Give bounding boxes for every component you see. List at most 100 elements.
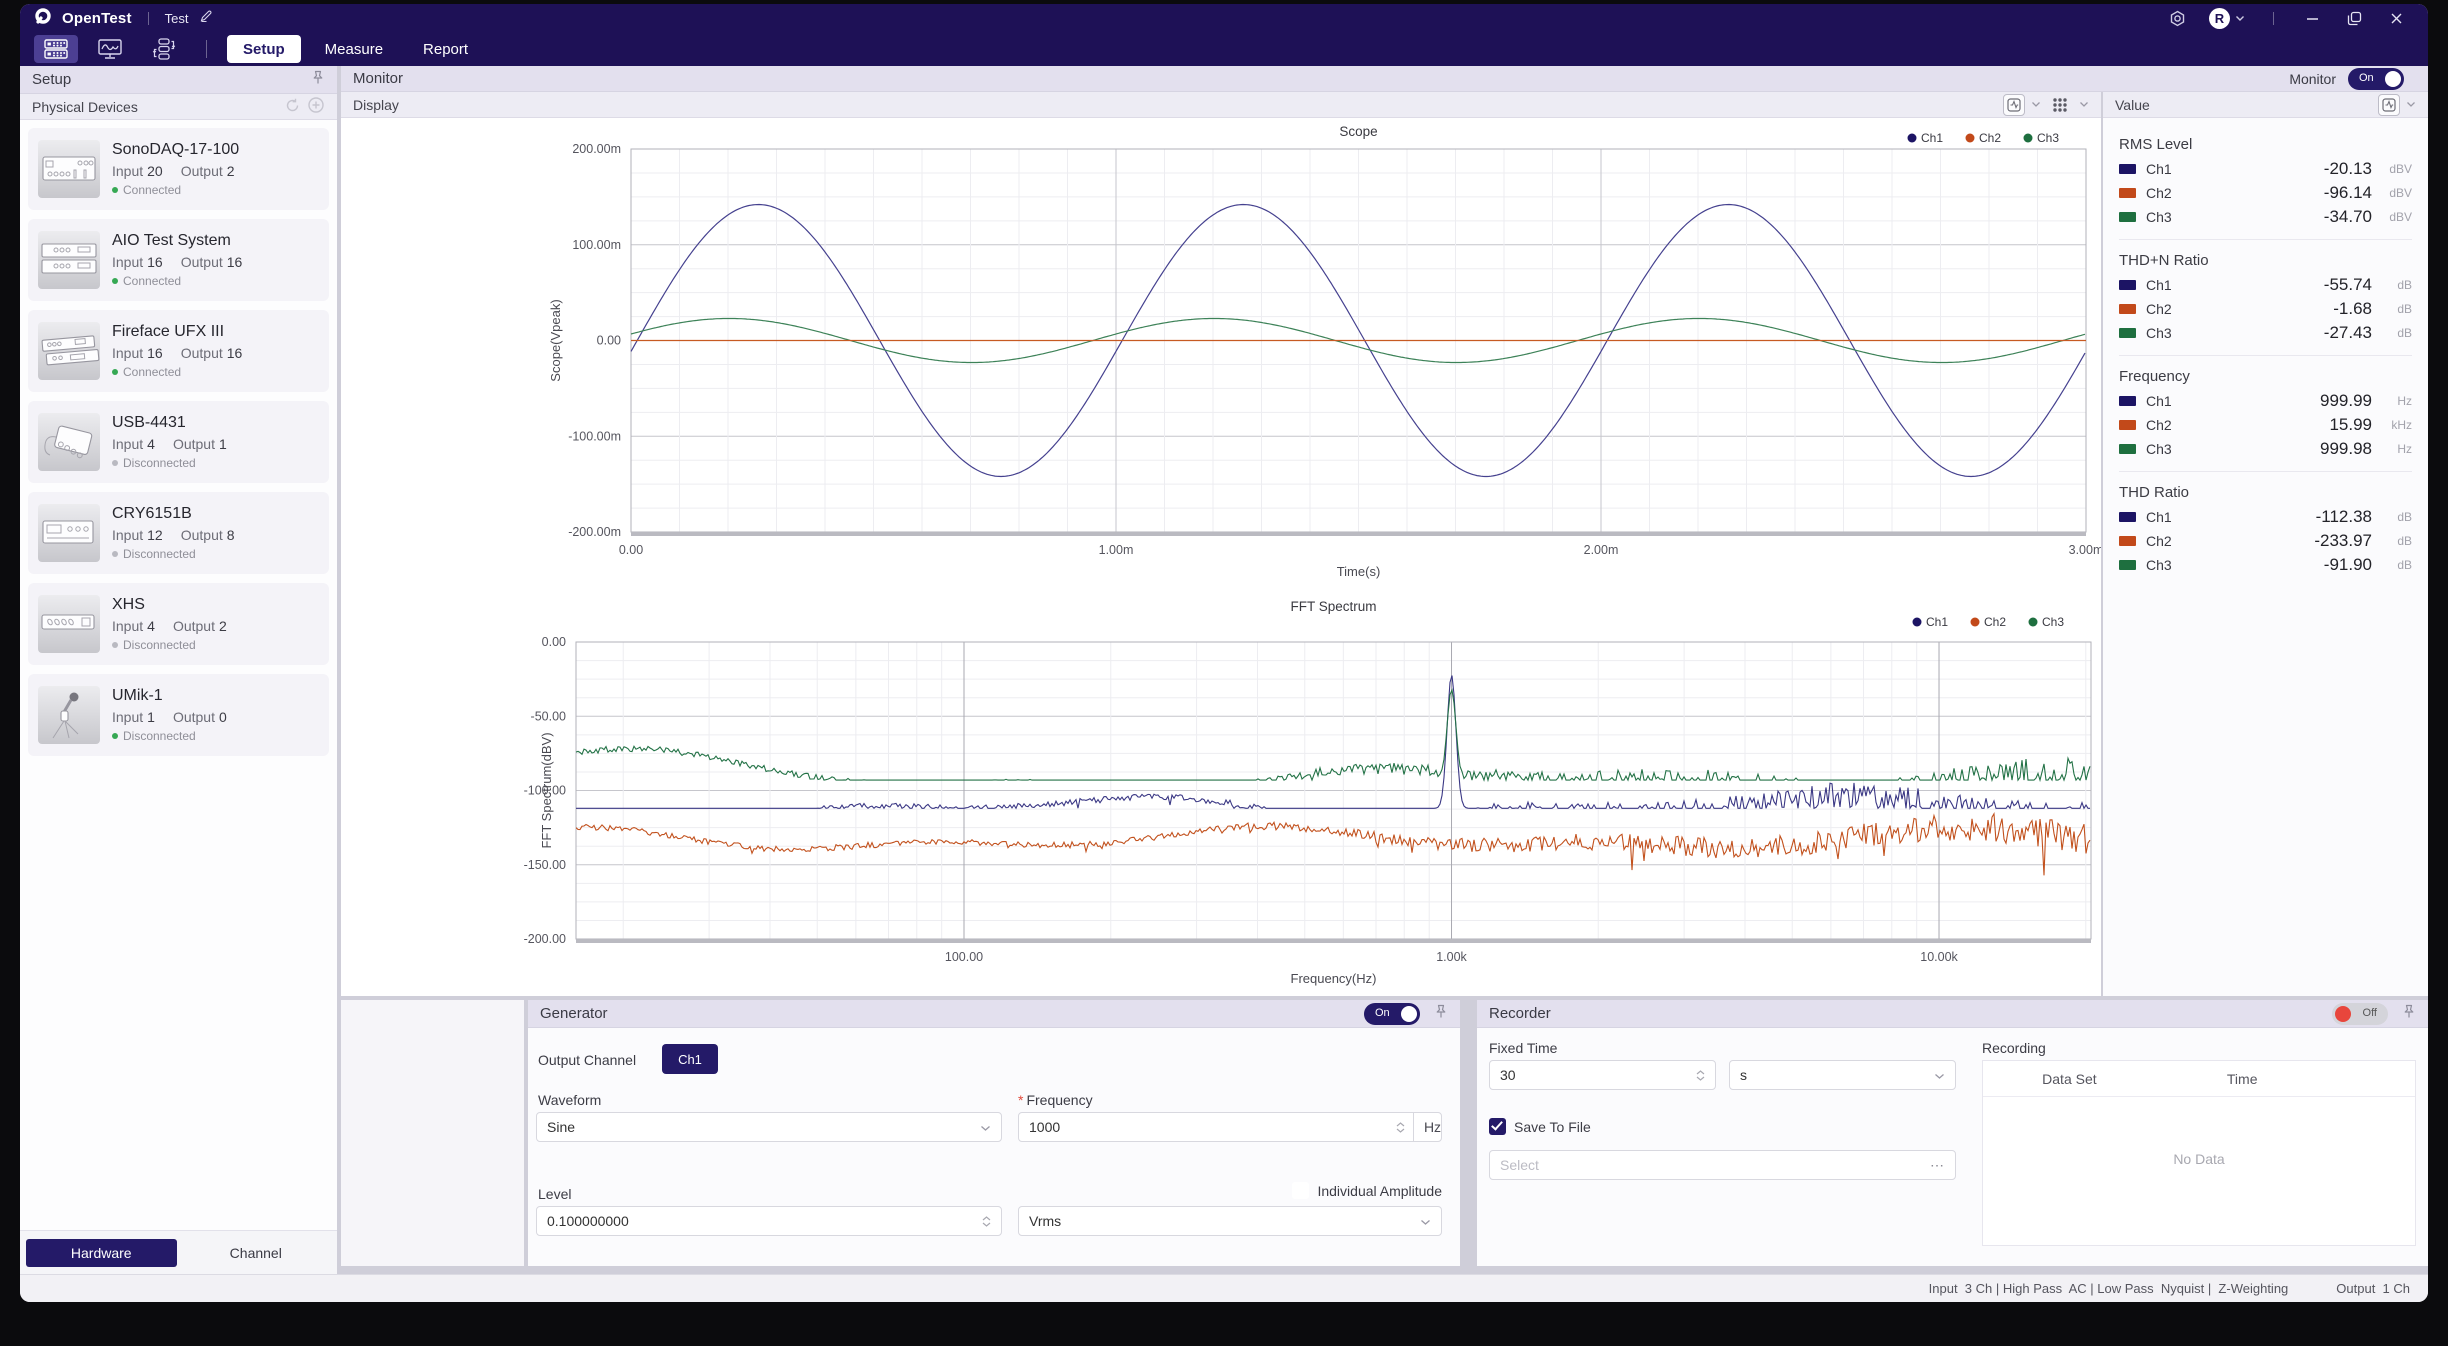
individual-amplitude-checkbox[interactable] <box>1292 1182 1309 1199</box>
generator-panel-title: Generator <box>540 1005 608 1022</box>
fixed-time-input-group <box>1489 1060 1716 1090</box>
device-output-count: Output16 <box>181 254 243 270</box>
maximize-button[interactable] <box>2344 8 2364 28</box>
refresh-devices-icon[interactable] <box>284 97 301 117</box>
file-path-select[interactable]: ⋯ <box>1489 1150 1956 1180</box>
user-menu[interactable]: R <box>2209 8 2245 29</box>
recorder-power-toggle[interactable]: Off <box>2332 1003 2388 1025</box>
edit-project-icon[interactable] <box>199 9 213 28</box>
status-dot <box>112 551 118 557</box>
chevron-down-icon <box>1420 1213 1431 1229</box>
level-input[interactable] <box>547 1213 982 1229</box>
pin-icon[interactable] <box>1434 1004 1448 1023</box>
tab-measure[interactable]: Measure <box>309 35 399 63</box>
device-output-count: Output8 <box>181 527 235 543</box>
device-card[interactable]: Fireface UFX IIIInput16Output16Connected <box>28 310 329 392</box>
individual-amplitude-option[interactable]: Individual Amplitude <box>1292 1182 1442 1199</box>
monitor-power-toggle[interactable]: On <box>2348 68 2404 90</box>
device-card[interactable]: USB-4431Input4Output1Disconnected <box>28 401 329 483</box>
device-thumbnail <box>38 322 100 380</box>
value-row: Ch2-233.97dB <box>2119 529 2412 553</box>
monitor-waveform-icon <box>97 38 123 60</box>
svg-text:-50.00: -50.00 <box>531 709 566 723</box>
measurement-unit: dB <box>2372 510 2412 524</box>
device-thumbnail <box>38 686 100 744</box>
number-stepper[interactable] <box>982 1216 991 1227</box>
pin-icon[interactable] <box>311 70 325 89</box>
value-group-title: RMS Level <box>2119 136 2412 153</box>
settings-gear-icon[interactable] <box>2167 8 2187 28</box>
device-card[interactable]: SonoDAQ-17-100Input20Output2Connected <box>28 128 329 210</box>
setup-panel: Setup Physical Devices SonoDAQ-17-100Inp… <box>20 66 337 1274</box>
save-to-file-option[interactable]: Save To File <box>1489 1118 1591 1135</box>
device-output-count: Output1 <box>173 436 227 452</box>
output-channel-ch1-button[interactable]: Ch1 <box>662 1044 718 1074</box>
value-style-icon[interactable] <box>2378 94 2400 116</box>
charts-container[interactable]: ScopeCh1Ch2Ch3200.00m100.00m0.00-100.00m… <box>341 118 2101 996</box>
device-card[interactable]: AIO Test SystemInput16Output16Connected <box>28 219 329 301</box>
monitor-view-icon-button[interactable] <box>88 35 132 63</box>
device-card[interactable]: XHSInput4Output2Disconnected <box>28 583 329 665</box>
frequency-input[interactable] <box>1029 1119 1396 1135</box>
fixed-time-label: Fixed Time <box>1489 1040 1557 1056</box>
value-row: Ch1-20.13dBV <box>2119 157 2412 181</box>
tab-report[interactable]: Report <box>407 35 484 63</box>
chevron-down-icon <box>2406 101 2416 108</box>
device-status: Connected <box>123 274 181 288</box>
svg-text:Scope(Vpeak): Scope(Vpeak) <box>548 299 563 381</box>
measurement-unit: Hz <box>2372 394 2412 408</box>
status-dot <box>112 187 118 193</box>
channel-label: Ch2 <box>2146 185 2172 201</box>
browse-ellipsis-icon[interactable]: ⋯ <box>1930 1157 1945 1174</box>
save-to-file-checkbox[interactable] <box>1489 1118 1506 1135</box>
value-row: Ch1999.99Hz <box>2119 389 2412 413</box>
time-unit-select[interactable]: s <box>1729 1060 1956 1090</box>
status-dot <box>112 460 118 466</box>
fixed-time-input[interactable] <box>1500 1067 1696 1083</box>
hardware-setup-icon-button[interactable] <box>34 35 78 63</box>
device-name: AIO Test System <box>112 232 242 250</box>
setup-tab-hardware[interactable]: Hardware <box>26 1239 177 1267</box>
tab-setup[interactable]: Setup <box>227 35 301 63</box>
generator-power-toggle[interactable]: On <box>1364 1003 1420 1025</box>
device-input-count: Input16 <box>112 345 163 361</box>
channel-label: Ch2 <box>2146 301 2172 317</box>
chart-style-icon[interactable] <box>2003 94 2025 116</box>
waveform-select[interactable]: Sine <box>536 1112 1002 1142</box>
device-status: Disconnected <box>123 547 196 561</box>
ribbon-divider <box>206 40 207 58</box>
number-stepper[interactable] <box>1696 1070 1705 1081</box>
minimize-button[interactable] <box>2302 8 2322 28</box>
svg-text:Time(s): Time(s) <box>1337 564 1381 579</box>
status-dot <box>112 733 118 739</box>
setup-panel-title: Setup <box>32 71 71 88</box>
pin-icon[interactable] <box>2402 1004 2416 1023</box>
device-list: SonoDAQ-17-100Input20Output2Connected AIO… <box>20 120 337 1230</box>
sequence-flow-icon-button[interactable] <box>142 35 186 63</box>
layout-grid-icon[interactable] <box>2047 97 2073 113</box>
scope-and-fft-charts[interactable]: ScopeCh1Ch2Ch3200.00m100.00m0.00-100.00m… <box>341 118 2101 996</box>
device-card[interactable]: CRY6151BInput12Output8Disconnected <box>28 492 329 574</box>
channel-label: Ch2 <box>2146 533 2172 549</box>
measurement-unit: dB <box>2372 326 2412 340</box>
add-device-icon[interactable] <box>307 96 325 117</box>
recorder-panel: Recorder Off Fixed Time <box>1477 1000 2428 1266</box>
recording-label: Recording <box>1982 1040 2046 1056</box>
channel-swatch <box>2119 396 2136 406</box>
number-stepper[interactable] <box>1396 1122 1405 1133</box>
device-card[interactable]: UMik-1Input1Output0Disconnected <box>28 674 329 756</box>
level-unit-select[interactable]: Vrms <box>1018 1206 1442 1236</box>
setup-tab-channel[interactable]: Channel <box>181 1239 332 1267</box>
file-path-input[interactable] <box>1500 1157 1930 1173</box>
titlebar: OpenTest Test R <box>20 4 2428 32</box>
device-status: Connected <box>123 183 181 197</box>
measurement-unit: dB <box>2372 302 2412 316</box>
channel-label: Ch1 <box>2146 277 2172 293</box>
svg-text:1.00m: 1.00m <box>1099 543 1134 557</box>
svg-text:1.00k: 1.00k <box>1436 950 1467 964</box>
avatar[interactable]: R <box>2209 8 2230 29</box>
value-group-title: Frequency <box>2119 368 2412 385</box>
frequency-unit: Hz <box>1413 1113 1451 1141</box>
value-row: Ch215.99kHz <box>2119 413 2412 437</box>
close-button[interactable] <box>2386 8 2406 28</box>
